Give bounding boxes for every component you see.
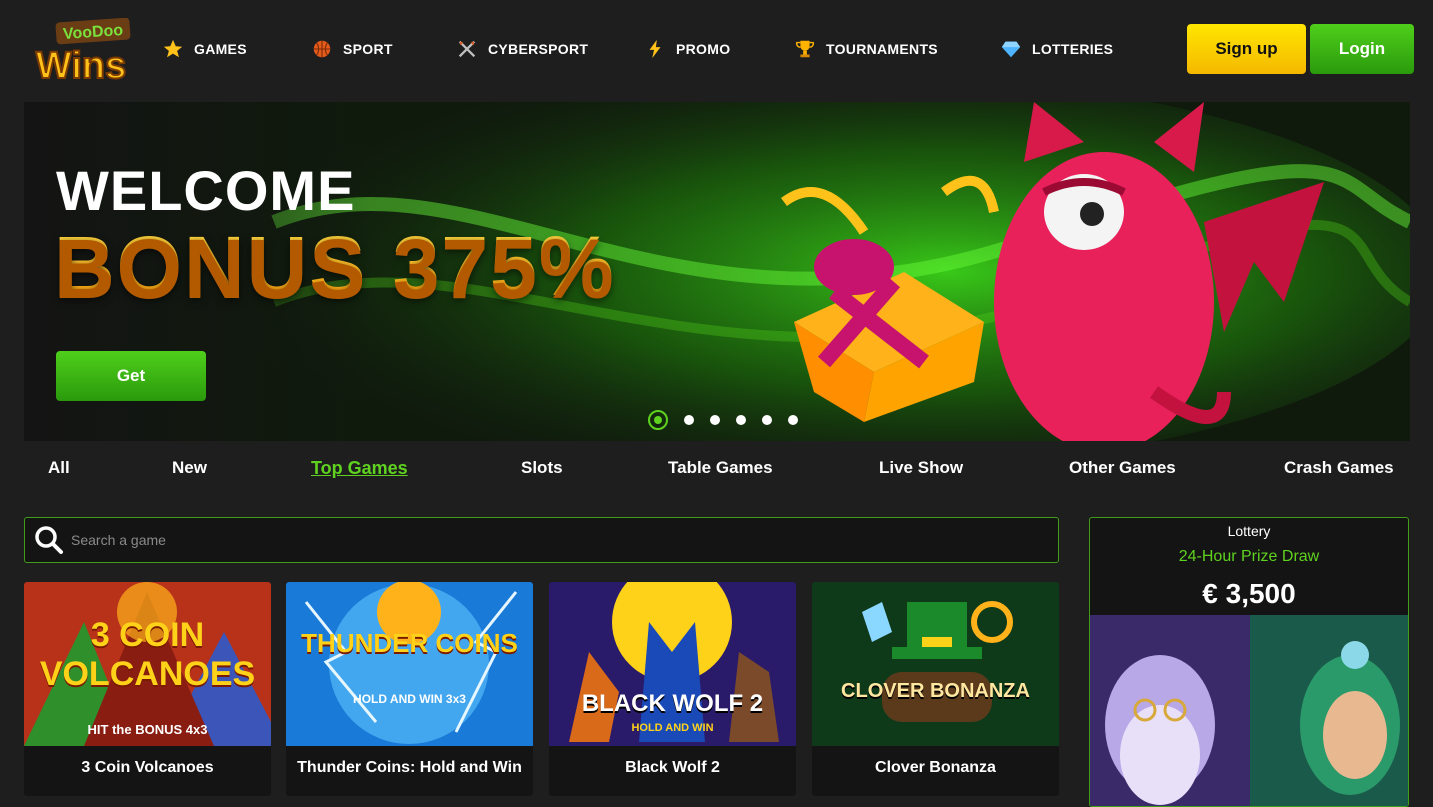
tab-slots[interactable]: Slots [521,458,563,478]
trophy-icon [795,40,815,58]
lottery-card[interactable]: Lottery 24-Hour Prize Draw € 3,500 [1089,517,1409,807]
game-title: 3 Coin Volcanoes [81,759,214,776]
black-wolf-art-title: BLACK WOLF 2 [581,690,764,717]
nav-cybersport[interactable]: CYBERSPORT [456,34,588,64]
lottery-prize-amount: € 3,500 [1202,578,1296,609]
clover-bonanza-art [812,582,1059,746]
lottery-label: Lottery [1227,523,1271,539]
get-bonus-button[interactable]: Get [56,351,206,401]
logo-graphic: VooDoo Wins [35,17,131,88]
nav-promo-label: PROMO [676,41,731,57]
tab-top-games[interactable]: Top Games [311,458,408,479]
signup-button[interactable]: Sign up [1187,24,1306,74]
game-thumbnail[interactable]: BLACK WOLF 2 HOLD AND WIN [549,582,796,746]
lightning-icon [649,39,661,59]
slide-dot-5[interactable] [762,415,772,425]
voodoo-wins-logo[interactable]: VooDoo Wins [26,17,136,88]
search-icon[interactable] [33,524,65,556]
nav-lotteries[interactable]: LOTTERIES [1000,34,1113,64]
game-category-tabs: All New Top Games Slots Table Games Live… [0,458,1433,492]
game-title: Black Wolf 2 [625,759,720,776]
tab-table-games[interactable]: Table Games [668,458,773,478]
banner-bonus-text: BONUS 375% [54,219,616,313]
tab-crash-games[interactable]: Crash Games [1284,458,1394,478]
nav-tournaments-label: TOURNAMENTS [826,41,938,57]
tab-other-games[interactable]: Other Games [1069,458,1176,478]
tab-new[interactable]: New [172,458,207,478]
nav-cybersport-label: CYBERSPORT [488,41,589,57]
clover-art-title: CLOVER BONANZA [841,680,1030,702]
volcano-art-subtitle: HIT the BONUS 4x3 [87,722,208,737]
banner-welcome-text: WELCOME [56,159,356,222]
nav-lotteries-label: LOTTERIES [1032,41,1114,57]
game-card[interactable]: CLOVER BONANZA Clover Bonanza [812,582,1059,796]
site-header: VooDoo Wins GAMES SPORT CYBERSPORT PROMO… [0,0,1433,98]
slide-dot-4[interactable] [736,415,746,425]
nav-sport[interactable]: SPORT [311,34,393,64]
game-card[interactable]: BLACK WOLF 2 HOLD AND WIN Black Wolf 2 [549,582,796,796]
volcano-art-title: 3 COIN VOLCANOES [39,616,256,693]
game-title: Clover Bonanza [875,759,996,776]
logo-bottom-text: Wins [36,45,126,84]
game-card[interactable]: THUNDER COINS HOLD AND WIN 3x3 Thunder C… [286,582,533,796]
game-thumbnail[interactable]: 3 COIN VOLCANOES HIT the BONUS 4x3 [24,582,271,746]
slide-dot-6[interactable] [788,415,798,425]
crossed-swords-icon [458,40,476,58]
diamond-icon [1001,41,1021,58]
search-input[interactable] [71,532,971,548]
black-wolf-art-subtitle: HOLD AND WIN [631,722,714,734]
lottery-title: 24-Hour Prize Draw [1178,548,1320,565]
promo-banner: WELCOME BONUS 375% Get [24,102,1410,441]
thunder-coins-art [286,582,533,746]
slide-dot-3[interactable] [710,415,720,425]
slide-dot-2[interactable] [684,415,694,425]
tab-live-show[interactable]: Live Show [879,458,963,478]
star-icon [163,39,183,58]
nav-promo[interactable]: PROMO [644,34,730,64]
game-card[interactable]: 3 COIN VOLCANOES HIT the BONUS 4x3 3 Coi… [24,582,271,796]
basketball-icon [313,40,331,58]
tab-all[interactable]: All [48,458,70,478]
nav-games-label: GAMES [194,41,247,57]
slide-dot-1[interactable] [648,410,668,430]
game-search-bar [24,517,1059,563]
banner-slide-dots [648,410,798,430]
thunder-art-subtitle: HOLD AND WIN 3x3 [353,692,466,706]
login-button[interactable]: Login [1310,24,1414,74]
nav-sport-label: SPORT [343,41,393,57]
nav-tournaments[interactable]: TOURNAMENTS [794,34,938,64]
lottery-characters-illustration [1090,615,1408,806]
game-title: Thunder Coins: Hold and Win [297,759,522,776]
game-thumbnail[interactable]: CLOVER BONANZA [812,582,1059,746]
thunder-art-title: THUNDER COINS [301,628,518,658]
game-thumbnail[interactable]: THUNDER COINS HOLD AND WIN 3x3 [286,582,533,746]
nav-games[interactable]: GAMES [162,34,247,64]
